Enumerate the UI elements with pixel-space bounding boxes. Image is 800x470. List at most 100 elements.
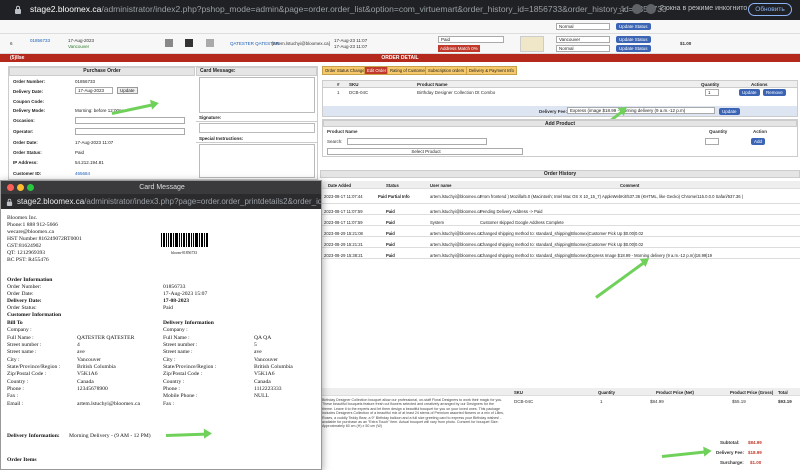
update-date-button[interactable]: Update	[117, 87, 138, 94]
address-bar[interactable]: stage2.bloomex.ca/administrator/index2.p…	[30, 4, 667, 14]
items-table: # SKU Product Name Quantity Actions 1 DC…	[322, 80, 798, 117]
order-modified: 17-Aug-23 11:07	[334, 44, 368, 49]
delivery-street-name: ave	[254, 349, 262, 355]
priority-select[interactable]: Normal	[556, 45, 610, 52]
ip-address-value: 54.212.194.81	[75, 160, 104, 165]
update-status-button[interactable]: Update Status	[616, 23, 651, 30]
customer-id-link[interactable]: 465684	[75, 171, 90, 176]
field-label: Coupon Code:	[13, 99, 44, 104]
signature-input[interactable]	[199, 123, 315, 133]
delivery-label: Street name :	[163, 349, 193, 355]
incognito-icon[interactable]	[646, 4, 656, 14]
priority-select[interactable]: Normal	[556, 23, 610, 30]
tab-delivery-payment[interactable]: Delivery & Payment Info	[466, 66, 517, 75]
card-message-window: Card Message stage2.bloomex.ca/administr…	[0, 180, 322, 470]
update-status-button[interactable]: Update Status	[616, 45, 651, 52]
item-quantity-input[interactable]: 1	[705, 89, 719, 96]
subtotal-value: $84.99	[748, 440, 762, 445]
delivery-fee-total-value: $18.99	[748, 450, 762, 455]
order-detail-title: ORDER DETAIL	[381, 55, 419, 61]
company-line: QT: 1212969393	[7, 250, 46, 256]
lock-icon	[6, 198, 13, 206]
history-row: 2023-08-29 15:21:21 Paid artem.lstuchyi@…	[320, 240, 800, 248]
item-name: Birthday Designer Collection Dt Combo	[417, 90, 496, 95]
print-icon[interactable]	[165, 39, 173, 47]
product-net-price: $84.99	[650, 399, 664, 404]
search-input[interactable]	[347, 138, 487, 145]
delivery-information-heading: Delivery Information	[163, 320, 214, 326]
bookmark-star-icon[interactable]: ☆	[618, 4, 626, 15]
history-row: 2023-08-17 11:07:44 Paid Partial Info ar…	[320, 192, 800, 204]
card-message-textarea[interactable]	[199, 77, 315, 113]
order-date-label: Order Date:	[7, 291, 34, 297]
close-window-icon[interactable]	[7, 184, 14, 191]
field-label: Operator:	[13, 129, 34, 134]
order-number-link[interactable]: 01856733	[30, 38, 50, 43]
item-num: 1	[337, 90, 340, 95]
history-header: Date Added Status User name Comment	[320, 181, 800, 189]
lock-icon[interactable]	[14, 5, 22, 14]
select-product-dropdown[interactable]: Select Product	[327, 148, 523, 155]
bill-full-name: QATESTER QATESTER	[77, 335, 135, 341]
status-select[interactable]: Paid	[438, 36, 504, 43]
order-date: 17-Aug-2023	[68, 38, 95, 43]
special-instructions-textarea[interactable]	[199, 144, 315, 178]
tab-subscription[interactable]: Subscription orders	[425, 66, 468, 75]
signature-title: Signature:	[196, 115, 317, 122]
product-sku: DCB-04C	[514, 399, 534, 404]
delivery-city: Vancouver	[254, 357, 278, 363]
extension-icon[interactable]	[632, 4, 642, 14]
special-instructions-title: Special Instructions:	[196, 136, 317, 143]
delivery-date-input[interactable]: 17-Aug-2023	[75, 87, 113, 94]
company-line: Phone:1 888 912-5666	[7, 222, 58, 228]
bill-label: Full Name :	[7, 335, 34, 341]
order-status-value: Paid	[75, 150, 85, 155]
surcharge-value: $1.00	[750, 460, 762, 465]
bill-province: British Columbia	[77, 364, 116, 370]
order-status-label: Order Status:	[7, 305, 37, 311]
history-row: 2023-08-17 11:07:59 Paid System Customer…	[320, 218, 800, 226]
annotation-arrow	[595, 261, 646, 299]
subtotal-label: Subtotal:	[720, 440, 740, 445]
maximize-window-icon[interactable]	[27, 184, 34, 191]
order-city: Vancouver	[68, 44, 90, 49]
order-information-heading: Order Information	[7, 277, 53, 283]
field-label: IP Address:	[13, 160, 38, 165]
bill-label: Company :	[7, 327, 32, 333]
item-update-button[interactable]: Update	[739, 89, 760, 96]
delivery-fee-update-button[interactable]: Update	[719, 108, 740, 115]
product-description: Birthday Designer Collection bouquet all…	[322, 398, 504, 429]
operator-input[interactable]	[75, 128, 185, 135]
delivery-information-value: Morning Delivery - (9 AM - 12 PM)	[69, 433, 151, 439]
tab-rating[interactable]: Rating of Customer	[387, 66, 430, 75]
update-status-button[interactable]: Update Status	[616, 36, 651, 43]
edit-icon[interactable]	[206, 39, 214, 47]
add-quantity-input[interactable]	[705, 138, 719, 145]
occasion-input[interactable]	[75, 117, 185, 124]
company-line: GST:81624902	[7, 243, 42, 249]
bill-label: Fax :	[7, 393, 19, 399]
add-product-button[interactable]: Add	[751, 138, 766, 145]
city-select[interactable]: Vancouver	[556, 36, 610, 43]
popup-address-bar[interactable]: stage2.bloomex.ca/administrator/index3.p…	[1, 194, 321, 209]
tab-order-status-change[interactable]: Order Status Change	[322, 66, 368, 75]
company-line: BC PST: R455476	[7, 257, 49, 263]
minimize-window-icon[interactable]	[17, 184, 24, 191]
field-label: Occasion:	[13, 118, 35, 123]
card-message-title: Card Message:	[196, 67, 317, 76]
order-number-value: 01856733	[163, 284, 186, 290]
company-line: HST Number 816249072RT0001	[7, 236, 82, 242]
popup-url-host: stage2.bloomex.ca	[17, 197, 85, 206]
delivery-label: Fax :	[163, 401, 175, 407]
delivery-postal: V5K1A6	[254, 371, 275, 377]
grid-icon[interactable]	[185, 39, 193, 47]
item-remove-button[interactable]: Remove	[763, 89, 786, 96]
browser-update-button[interactable]: Обновить	[748, 3, 792, 16]
history-row: 2023-08-29 15:38:21 Paid artem.lstuchyi@…	[320, 251, 800, 259]
add-product-title: Add Product	[323, 120, 797, 127]
delivery-fee-select[interactable]: Express (image $18.99 - Morning delivery…	[567, 107, 715, 114]
customer-email: [artem.lstuchyi@bloomex.ca]	[272, 41, 330, 46]
order-date-value: 17-Aug-2023 15:07	[163, 291, 208, 297]
tab-edit-order[interactable]: Edit Order	[364, 66, 390, 75]
field-label: Order Number:	[13, 79, 46, 84]
